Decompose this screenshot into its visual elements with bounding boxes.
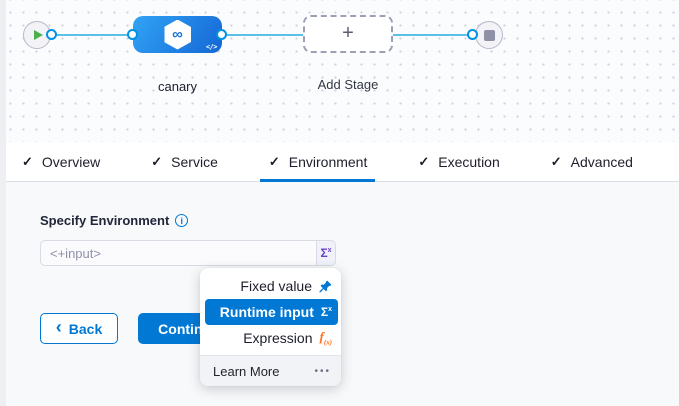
panel-edge-gutter xyxy=(0,0,6,406)
menu-item-fixed-value[interactable]: Fixed value xyxy=(200,273,341,299)
stage-name-label: canary xyxy=(133,79,222,94)
dropdown-items: Fixed value Runtime input Σx Expression … xyxy=(200,268,341,355)
check-icon: ✓ xyxy=(22,154,33,170)
pin-icon xyxy=(319,280,332,293)
connector-port[interactable] xyxy=(127,29,138,40)
ellipsis-icon[interactable]: ••• xyxy=(314,366,331,377)
tab-overview[interactable]: ✓ Overview xyxy=(22,142,100,181)
pipeline-stage-setup-screen: ∞ </> + canary Add Stage ✓ Overview ✓ Se… xyxy=(0,0,679,406)
learn-more-link[interactable]: Learn More xyxy=(213,364,279,379)
play-icon xyxy=(34,30,43,40)
info-icon[interactable]: i xyxy=(175,214,188,227)
add-stage-label: Add Stage xyxy=(303,77,393,92)
runtime-input-type-button[interactable]: Σx xyxy=(316,240,336,266)
check-icon: ✓ xyxy=(551,154,562,170)
connector-line xyxy=(51,34,134,36)
chevron-left-icon: ‹ xyxy=(56,318,62,336)
tab-execution[interactable]: ✓ Execution xyxy=(418,142,499,181)
input-type-dropdown: Fixed value Runtime input Σx Expression … xyxy=(200,268,341,386)
pipeline-end-node[interactable] xyxy=(475,21,503,49)
stage-tabbar: ✓ Overview ✓ Service ✓ Environment ✓ Exe… xyxy=(0,142,679,182)
tab-environment[interactable]: ✓ Environment xyxy=(269,142,368,181)
tab-service[interactable]: ✓ Service xyxy=(151,142,218,181)
menu-item-expression[interactable]: Expression f(x) xyxy=(200,325,341,351)
connector-line xyxy=(392,34,474,36)
sigma-icon: Σx xyxy=(321,305,332,319)
plus-icon: + xyxy=(342,23,354,43)
menu-item-runtime-input[interactable]: Runtime input Σx xyxy=(205,299,338,325)
tab-advanced[interactable]: ✓ Advanced xyxy=(551,142,633,181)
check-icon: ✓ xyxy=(418,154,429,170)
specify-environment-label: Specify Environment i xyxy=(40,213,188,228)
environment-input-group: Σx xyxy=(40,240,336,266)
check-icon: ✓ xyxy=(151,154,162,170)
connector-port[interactable] xyxy=(216,29,227,40)
connector-line xyxy=(221,34,304,36)
pipeline-canvas: ∞ </> + canary Add Stage xyxy=(0,0,679,142)
stage-node-canary[interactable]: ∞ </> xyxy=(133,16,222,53)
connector-port[interactable] xyxy=(467,29,478,40)
environment-input[interactable] xyxy=(40,240,316,266)
stop-icon xyxy=(484,30,495,41)
back-button[interactable]: ‹ Back xyxy=(40,313,118,344)
harness-stage-icon: ∞ xyxy=(164,20,191,50)
connector-port[interactable] xyxy=(46,29,57,40)
infinity-icon: ∞ xyxy=(172,27,183,42)
code-icon: </> xyxy=(206,43,217,51)
add-stage-button[interactable]: + xyxy=(303,15,393,53)
fx-icon: f(x) xyxy=(319,329,332,347)
check-icon: ✓ xyxy=(269,154,280,170)
dropdown-footer: Learn More ••• xyxy=(200,355,341,386)
